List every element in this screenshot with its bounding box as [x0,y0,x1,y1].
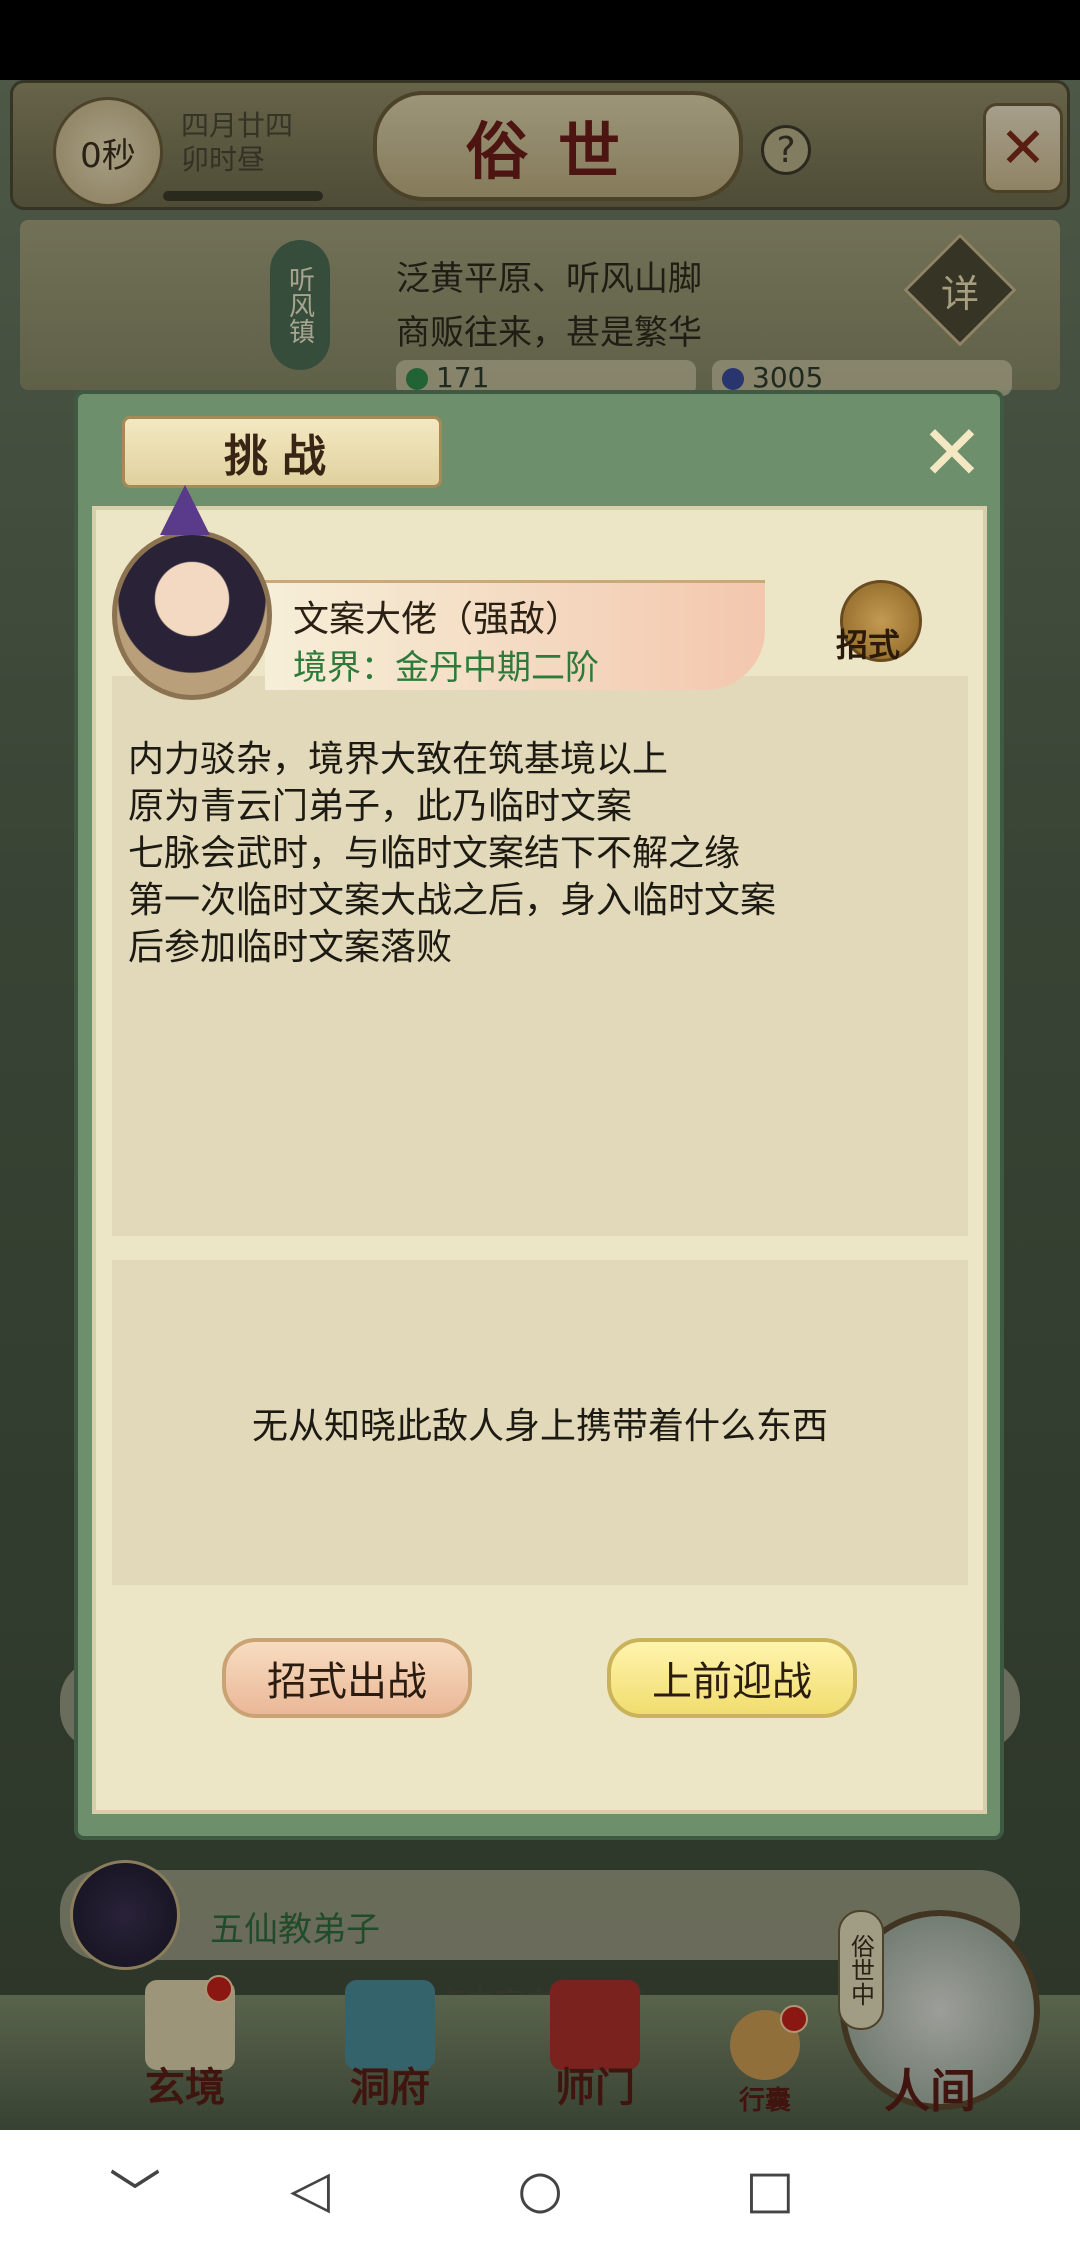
skill-badge-label[interactable]: 招式 [836,620,900,666]
enemy-realm: 境界：金丹中期二阶 [293,648,599,688]
description-line: 后参加临时文案落败 [128,927,453,968]
description-line: 原为青云门弟子，此乃临时文案 [128,786,633,827]
description-line: 七脉会武时，与临时文案结下不解之缘 [128,833,741,874]
close-icon[interactable]: ✕ [916,408,988,497]
description-line: 第一次临时文案大战之后，身入临时文案 [128,880,777,921]
loot-text: 无从知晓此敌人身上携带着什么东西 [251,1405,828,1447]
skill-battle-button[interactable]: 招式出战 [222,1638,472,1718]
home-icon[interactable]: ○ [500,2150,580,2230]
recents-icon[interactable]: □ [730,2150,810,2230]
description-line: 内力驳杂，境界大致在筑基境以上 [128,739,669,780]
enemy-name: 文案大佬（强敌） [293,599,582,640]
back-icon[interactable]: ◁ [270,2150,350,2230]
fight-button[interactable]: 上前迎战 [607,1638,857,1718]
enemy-avatar [112,530,272,700]
dialog-title: 挑战 [122,416,442,488]
collapse-icon[interactable]: ﹀ [95,2150,175,2230]
loot-info-box: 无从知晓此敌人身上携带着什么东西 [112,1260,968,1585]
